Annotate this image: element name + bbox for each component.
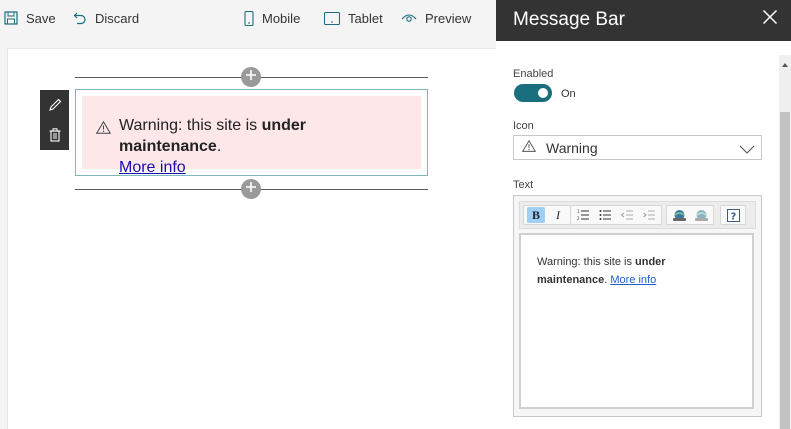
save-button[interactable]: Save <box>4 8 56 28</box>
panel-header: Message Bar <box>496 0 791 41</box>
message-bar: Warning: this site is under maintenance.… <box>82 96 421 176</box>
numbered-list-icon: 12 <box>577 209 589 221</box>
preview-label: Preview <box>425 10 472 26</box>
discard-label: Discard <box>95 10 140 26</box>
command-bar: Save Discard Mobile Tablet Preview <box>0 0 496 36</box>
add-webpart-button[interactable] <box>241 67 261 87</box>
property-pane: Message Bar Enabled On Icon Warning Text… <box>496 0 791 429</box>
scroll-up-icon[interactable] <box>782 63 788 67</box>
svg-text:2: 2 <box>577 216 580 221</box>
decrease-indent-button[interactable] <box>618 207 636 223</box>
bullet-list-icon <box>599 210 611 220</box>
chevron-down-icon <box>739 142 755 160</box>
discard-button[interactable]: Discard <box>73 8 139 28</box>
enabled-toggle[interactable] <box>514 84 552 102</box>
help-icon: ? <box>726 208 740 222</box>
insert-link-button[interactable] <box>670 207 688 223</box>
mobile-preview-button[interactable]: Mobile <box>244 8 300 28</box>
bold-icon: B <box>531 207 540 222</box>
help-button[interactable]: ? <box>724 207 742 223</box>
preview-button[interactable]: Preview <box>401 8 471 28</box>
rich-text-editor: B I 12 ? Warning: this site is under mai… <box>513 195 762 417</box>
close-icon <box>762 9 778 25</box>
enabled-label: Enabled <box>513 68 554 80</box>
save-icon <box>4 11 18 25</box>
tablet-icon <box>324 11 340 25</box>
toggle-state-text: On <box>561 88 576 100</box>
numbered-list-button[interactable]: 12 <box>574 207 592 223</box>
tablet-label: Tablet <box>348 10 383 26</box>
panel-title: Message Bar <box>513 9 625 30</box>
remove-link-icon <box>694 209 708 221</box>
increase-indent-button[interactable] <box>640 207 658 223</box>
icon-dropdown-value: Warning <box>546 139 598 156</box>
italic-icon: I <box>556 207 560 222</box>
text-label: Text <box>513 179 534 191</box>
italic-button[interactable]: I <box>549 207 567 223</box>
plus-icon <box>245 180 257 198</box>
format-group: B I <box>523 205 571 225</box>
plus-icon <box>245 68 257 86</box>
mobile-icon <box>244 10 254 26</box>
tablet-preview-button[interactable]: Tablet <box>324 8 383 28</box>
warning-icon <box>95 120 112 169</box>
trash-icon <box>49 128 60 142</box>
insert-link-icon <box>672 209 686 221</box>
add-webpart-button[interactable] <box>241 179 261 199</box>
delete-webpart-button[interactable] <box>49 128 61 142</box>
message-bar-webpart[interactable]: Warning: this site is under maintenance.… <box>75 89 428 176</box>
undo-icon <box>73 11 87 25</box>
increase-indent-icon <box>642 210 655 220</box>
toggle-knob <box>538 88 548 98</box>
bullet-list-button[interactable] <box>596 207 614 223</box>
edit-webpart-button[interactable] <box>48 98 62 112</box>
more-info-link[interactable]: More info <box>610 274 656 286</box>
link-group <box>666 205 714 225</box>
icon-dropdown[interactable]: Warning <box>513 135 762 160</box>
help-group: ? <box>720 205 746 225</box>
eye-icon <box>401 12 417 24</box>
mobile-label: Mobile <box>262 10 301 26</box>
decrease-indent-icon <box>620 210 633 220</box>
pencil-icon <box>48 98 61 111</box>
icon-label: Icon <box>513 120 534 132</box>
warning-icon <box>521 139 537 157</box>
webpart-toolbar <box>40 90 69 150</box>
close-panel-button[interactable] <box>762 9 778 30</box>
save-label: Save <box>26 10 56 26</box>
scroll-thumb[interactable] <box>780 112 790 429</box>
rte-content[interactable]: Warning: this site is under maintenance.… <box>519 233 754 409</box>
page-editor: Save Discard Mobile Tablet Preview Warni… <box>0 0 496 429</box>
list-group: 12 <box>570 205 662 225</box>
panel-scrollbar[interactable] <box>779 55 791 429</box>
rte-toolbar: B I 12 ? <box>519 201 756 229</box>
svg-text:?: ? <box>730 211 736 222</box>
message-text: Warning: this site is under maintenance.… <box>119 117 307 176</box>
remove-link-button[interactable] <box>692 207 710 223</box>
svg-text:1: 1 <box>577 209 580 214</box>
bold-button[interactable]: B <box>527 207 545 223</box>
more-info-link[interactable]: More info <box>119 159 186 176</box>
